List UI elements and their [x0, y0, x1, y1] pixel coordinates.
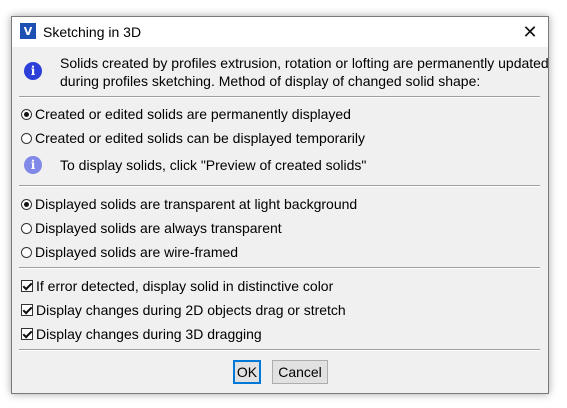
radio-permanently-displayed[interactable]: Created or edited solids are permanently… — [21, 105, 351, 123]
sketching-dialog: V Sketching in 3D ✕ i Solids created by … — [11, 16, 549, 394]
radio-button[interactable] — [21, 132, 32, 144]
radio-button[interactable] — [21, 108, 32, 120]
checkbox[interactable] — [21, 280, 33, 292]
separator — [19, 185, 540, 187]
preview-hint-text: To display solids, click "Preview of cre… — [60, 157, 367, 173]
radio-always-transparent[interactable]: Displayed solids are always transparent — [21, 219, 282, 237]
radio-button[interactable] — [21, 198, 32, 210]
radio-label: Displayed solids are wire-framed — [35, 244, 239, 260]
checkbox-label: Display changes during 3D dragging — [36, 326, 262, 342]
intro-text-line2: during profiles sketching. Method of dis… — [60, 73, 481, 89]
radio-label: Displayed solids are always transparent — [35, 220, 282, 236]
separator — [19, 349, 540, 351]
radio-button[interactable] — [21, 222, 32, 234]
checkbox-3d-dragging[interactable]: Display changes during 3D dragging — [21, 325, 262, 343]
intro-text-line1: Solids created by profiles extrusion, ro… — [60, 55, 549, 71]
app-logo-icon: V — [20, 23, 36, 39]
info-icon: i — [24, 156, 42, 174]
ok-button[interactable]: OK — [233, 360, 261, 384]
checkbox-2d-drag-stretch[interactable]: Display changes during 2D objects drag o… — [21, 301, 346, 319]
radio-button[interactable] — [21, 246, 32, 258]
close-icon: ✕ — [522, 21, 538, 43]
checkbox-label: Display changes during 2D objects drag o… — [36, 302, 346, 318]
window-title: Sketching in 3D — [43, 24, 142, 40]
radio-wire-framed[interactable]: Displayed solids are wire-framed — [21, 243, 238, 261]
radio-label: Created or edited solids are permanently… — [35, 106, 351, 122]
separator — [19, 267, 540, 269]
checkbox-error-distinctive-color[interactable]: If error detected, display solid in dist… — [21, 277, 333, 295]
separator — [19, 96, 540, 98]
radio-transparent-light-background[interactable]: Displayed solids are transparent at ligh… — [21, 195, 357, 213]
checkbox[interactable] — [21, 328, 33, 340]
checkbox-label: If error detected, display solid in dist… — [36, 278, 334, 294]
checkbox[interactable] — [21, 304, 33, 316]
cancel-button[interactable]: Cancel — [272, 360, 328, 384]
radio-displayed-temporarily[interactable]: Created or edited solids can be displaye… — [21, 129, 365, 147]
radio-label: Created or edited solids can be displaye… — [35, 130, 365, 146]
info-icon: i — [24, 62, 42, 80]
close-button[interactable]: ✕ — [512, 17, 548, 47]
title-bar: V Sketching in 3D ✕ — [12, 17, 548, 47]
radio-label: Displayed solids are transparent at ligh… — [35, 196, 358, 212]
